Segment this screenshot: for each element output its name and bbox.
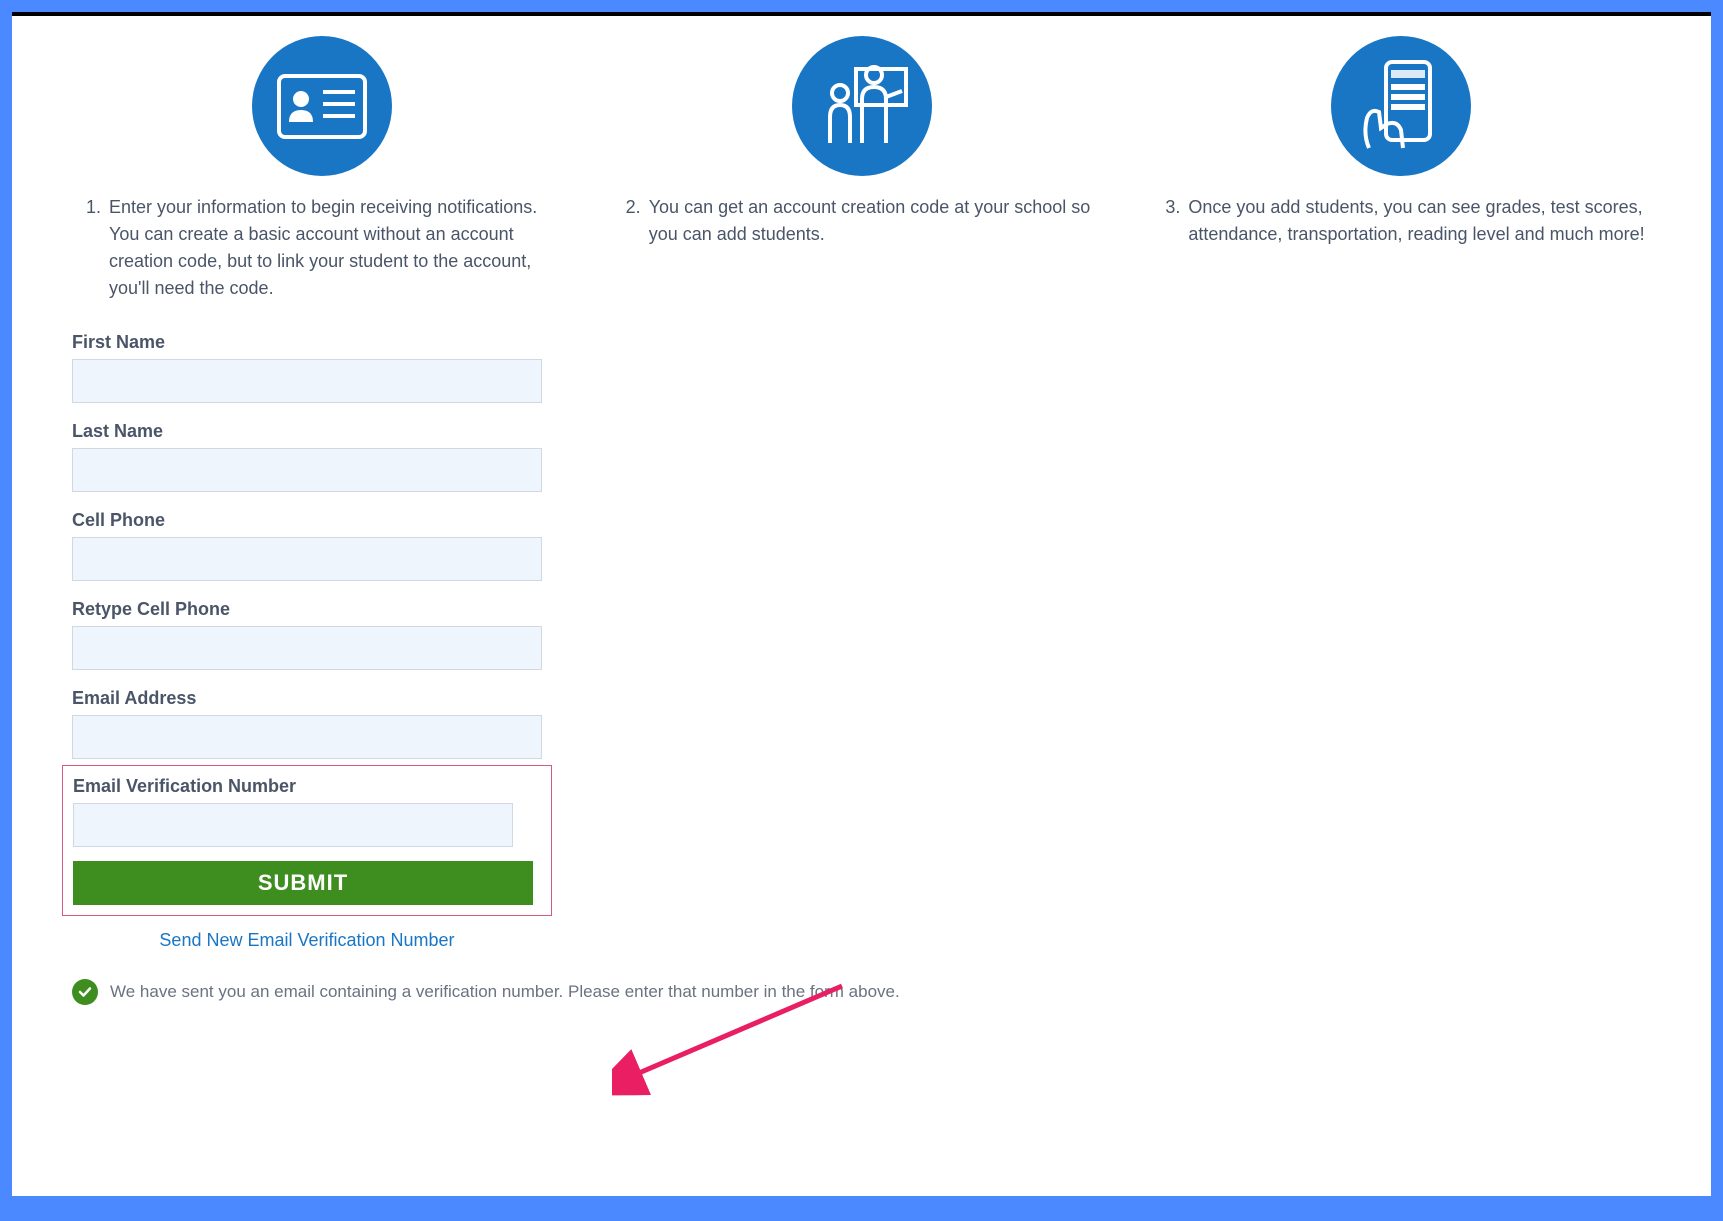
status-message-text: We have sent you an email containing a v… <box>110 982 900 1002</box>
last-name-field-group: Last Name <box>72 421 542 492</box>
cell-phone-label: Cell Phone <box>72 510 542 531</box>
first-name-field-group: First Name <box>72 332 542 403</box>
cell-phone-input[interactable] <box>72 537 542 581</box>
school-icon <box>792 36 932 176</box>
submit-button[interactable]: SUBMIT <box>73 861 533 905</box>
last-name-label: Last Name <box>72 421 542 442</box>
email-label: Email Address <box>72 688 542 709</box>
verification-label: Email Verification Number <box>73 776 541 797</box>
page-border: 1. Enter your information to begin recei… <box>12 12 1711 1196</box>
step-number: 3. <box>1151 194 1180 221</box>
page-content: 1. Enter your information to begin recei… <box>12 16 1711 1196</box>
resend-verification-link[interactable]: Send New Email Verification Number <box>159 930 454 950</box>
onboarding-steps: 1. Enter your information to begin recei… <box>72 36 1651 302</box>
verification-input[interactable] <box>73 803 513 847</box>
first-name-label: First Name <box>72 332 542 353</box>
step-2: 2. You can get an account creation code … <box>612 36 1112 302</box>
check-circle-icon <box>72 979 98 1005</box>
step-number: 2. <box>612 194 641 221</box>
step-1: 1. Enter your information to begin recei… <box>72 36 572 302</box>
mobile-app-icon <box>1331 36 1471 176</box>
step-number: 1. <box>72 194 101 221</box>
retype-cell-phone-label: Retype Cell Phone <box>72 599 542 620</box>
step-3: 3. Once you add students, you can see gr… <box>1151 36 1651 302</box>
verification-field-group: Email Verification Number <box>73 776 541 847</box>
step-description: Enter your information to begin receivin… <box>109 194 572 302</box>
first-name-input[interactable] <box>72 359 542 403</box>
status-message-row: We have sent you an email containing a v… <box>72 979 1651 1005</box>
id-card-icon <box>252 36 392 176</box>
retype-cell-phone-field-group: Retype Cell Phone <box>72 599 542 670</box>
retype-cell-phone-input[interactable] <box>72 626 542 670</box>
step-description: You can get an account creation code at … <box>649 194 1112 248</box>
email-input[interactable] <box>72 715 542 759</box>
step-description: Once you add students, you can see grade… <box>1188 194 1651 248</box>
email-field-group: Email Address <box>72 688 542 759</box>
verification-highlight-box: Email Verification Number SUBMIT <box>62 765 552 916</box>
cell-phone-field-group: Cell Phone <box>72 510 542 581</box>
signup-form: First Name Last Name Cell Phone Retype C… <box>72 332 542 951</box>
last-name-input[interactable] <box>72 448 542 492</box>
